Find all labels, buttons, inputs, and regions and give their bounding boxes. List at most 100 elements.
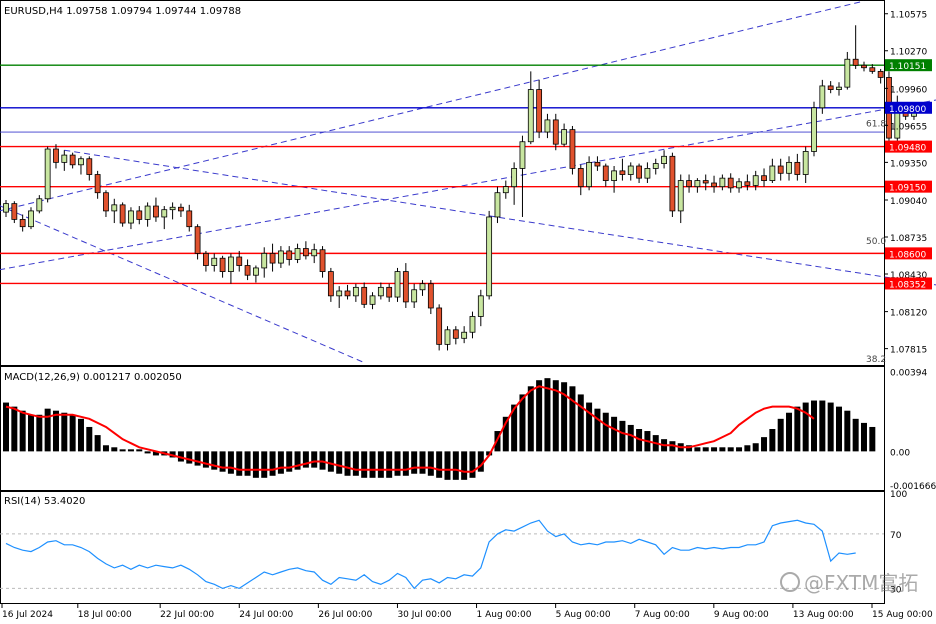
price-tick-label: 1.08120 xyxy=(890,309,927,319)
candle-body xyxy=(594,161,601,167)
macd-bar xyxy=(286,451,293,472)
fib-label: 50.0 xyxy=(866,237,886,247)
macd-bar xyxy=(236,451,243,476)
time-tick-label: 26 Jul 00:00 xyxy=(318,610,372,620)
candle-body xyxy=(228,256,234,272)
fib-label: 38.2 xyxy=(866,355,886,365)
macd-bar xyxy=(852,418,859,452)
macd-bar xyxy=(719,447,726,452)
time-tick-label: 16 Jul 2024 xyxy=(2,610,53,620)
macd-bar xyxy=(811,400,818,452)
macd-bar xyxy=(461,451,468,480)
macd-bar xyxy=(402,451,409,476)
candle-body xyxy=(536,89,543,133)
macd-bar xyxy=(527,386,534,452)
candle-body xyxy=(794,161,801,175)
macd-bar xyxy=(227,451,234,474)
candle-body xyxy=(602,165,609,181)
macd-bar xyxy=(611,416,618,452)
macd-bar xyxy=(219,451,226,472)
candle-body xyxy=(827,85,834,90)
macd-bar xyxy=(427,451,434,476)
candle-body xyxy=(836,86,842,90)
macd-bar xyxy=(411,451,418,474)
chart-background xyxy=(0,0,936,624)
level-tag-label: 1.10151 xyxy=(889,62,926,72)
macd-bar xyxy=(269,451,276,476)
macd-bar xyxy=(3,402,9,452)
candle-body xyxy=(611,170,617,181)
candle-body xyxy=(752,175,759,186)
time-tick-label: 24 Jul 00:00 xyxy=(239,610,293,620)
price-tick-label: 1.08735 xyxy=(890,234,927,244)
candle-body xyxy=(336,290,343,297)
candle-body xyxy=(244,265,251,276)
macd-bar xyxy=(777,418,784,452)
candle-body xyxy=(702,180,709,184)
macd-bar xyxy=(11,406,18,452)
macd-bar xyxy=(344,451,351,476)
candle-body xyxy=(561,129,568,145)
candle-body xyxy=(203,252,209,266)
candle-body xyxy=(744,181,751,186)
candle-body xyxy=(544,119,551,133)
price-tick-label: 1.10575 xyxy=(890,11,927,21)
macd-bar xyxy=(186,451,193,464)
candle-body xyxy=(569,129,576,169)
level-tag-label: 1.09480 xyxy=(889,144,926,154)
candle-body xyxy=(61,154,68,163)
macd-bar xyxy=(202,451,209,468)
macd-bar xyxy=(586,402,593,452)
candle-body xyxy=(236,256,243,266)
candle-body xyxy=(877,70,884,78)
macd-bar xyxy=(111,447,118,452)
candle-body xyxy=(169,206,176,211)
price-tick-label: 1.09040 xyxy=(890,197,927,207)
candle-body xyxy=(211,257,218,266)
macd-bar xyxy=(711,447,718,452)
candle-body xyxy=(586,161,592,188)
macd-bar xyxy=(277,451,284,474)
macd-bar xyxy=(244,451,251,476)
macd-bar xyxy=(261,451,268,478)
candle-body xyxy=(644,168,651,179)
macd-bar xyxy=(27,414,34,452)
candle-body xyxy=(261,252,268,269)
macd-bar xyxy=(86,426,93,452)
candle-body xyxy=(727,177,734,189)
macd-bar xyxy=(44,408,51,452)
candle-body xyxy=(819,85,826,109)
candle-body xyxy=(777,165,784,174)
candle-body xyxy=(252,267,259,276)
candle-body xyxy=(78,158,84,166)
candle-body xyxy=(86,158,93,175)
macd-label: MACD(12,26,9) 0.001217 0.002050 xyxy=(4,372,182,383)
candle-body xyxy=(577,168,584,188)
price-tick-label: 1.09960 xyxy=(890,85,927,95)
level-tag-label: 1.08352 xyxy=(889,280,926,290)
candle-body xyxy=(28,210,34,228)
candle-body xyxy=(511,168,518,188)
time-tick-label: 5 Aug 00:00 xyxy=(556,610,611,620)
candle-body xyxy=(861,64,867,69)
macd-bar xyxy=(452,451,459,480)
macd-bar xyxy=(102,445,109,452)
time-tick-label: 15 Aug 00:00 xyxy=(872,610,933,620)
macd-bar xyxy=(61,412,68,452)
candle-body xyxy=(619,170,626,175)
candle-body xyxy=(811,107,817,152)
macd-bar xyxy=(136,449,143,452)
candle-body xyxy=(153,205,159,218)
rsi-tick-label: 100 xyxy=(890,490,907,500)
candle-body xyxy=(186,210,193,228)
time-tick-label: 22 Jul 00:00 xyxy=(160,610,214,620)
macd-bar xyxy=(627,424,634,452)
candle-body xyxy=(3,203,9,213)
macd-bar xyxy=(419,451,426,474)
macd-bar xyxy=(469,451,476,478)
macd-bar xyxy=(194,451,201,466)
candle-body xyxy=(736,181,742,189)
candle-body xyxy=(361,286,368,305)
macd-bar xyxy=(761,437,768,452)
trading-chart: EURUSD,H4 1.09758 1.09794 1.09744 1.0978… xyxy=(0,0,936,624)
